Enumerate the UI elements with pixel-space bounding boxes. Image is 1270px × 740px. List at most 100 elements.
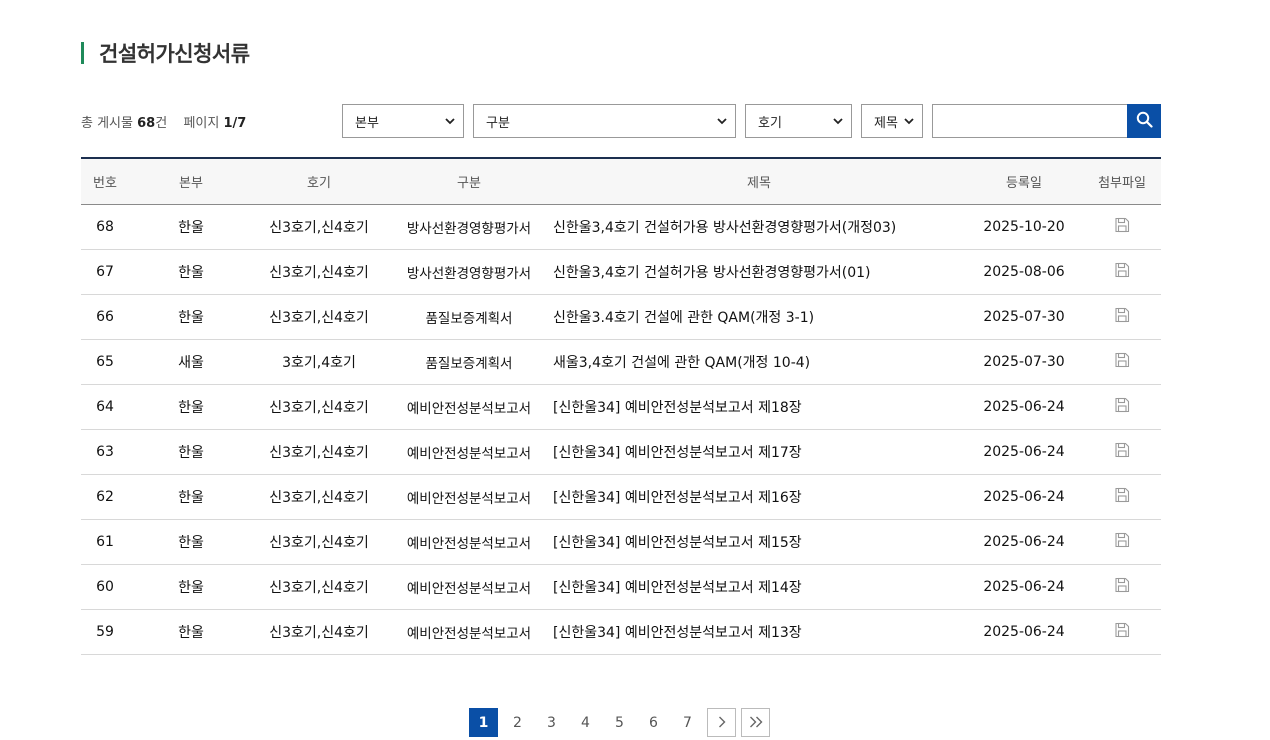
table-row[interactable]: 61 한울 신3호기,신4호기 예비안전성분석보고서 [신한울34] 예비안전성분석보고… xyxy=(81,519,1161,565)
page-link-6[interactable]: 6 xyxy=(639,708,668,737)
search-field-select[interactable]: 제목 xyxy=(861,104,923,138)
cell-no: 65 xyxy=(81,339,129,385)
table-row[interactable]: 62 한울 신3호기,신4호기 예비안전성분석보고서 [신한울34] 예비안전성분석보고… xyxy=(81,474,1161,520)
chevron-down-icon xyxy=(833,115,843,128)
cell-no: 60 xyxy=(81,564,129,610)
save-disk-icon[interactable] xyxy=(1114,397,1130,417)
cell-title: 신한울3,4호기 건설허가용 방사선환경영향평가서(개정03) xyxy=(553,204,965,250)
cell-gubun: 방사선환경영향평가서 xyxy=(385,249,553,295)
table-header-row: 번호 본부 호기 구분 제목 등록일 첨부파일 xyxy=(81,158,1161,205)
total-count: 68 xyxy=(137,116,156,131)
search-field-select-value: 제목 xyxy=(874,115,898,131)
table-row[interactable]: 64 한울 신3호기,신4호기 예비안전성분석보고서 [신한울34] 예비안전성분석보고… xyxy=(81,384,1161,430)
post-title-link[interactable]: 신한울3.4호기 건설에 관한 QAM(개정 3-1) xyxy=(553,310,814,326)
cell-no: 66 xyxy=(81,294,129,340)
cell-no: 61 xyxy=(81,519,129,565)
post-title-link[interactable]: [신한울34] 예비안전성분석보고서 제17장 xyxy=(553,445,802,461)
page-link-4[interactable]: 4 xyxy=(571,708,600,737)
page-link-2[interactable]: 2 xyxy=(503,708,532,737)
cell-file xyxy=(1083,204,1161,250)
chevron-right-icon xyxy=(718,713,726,732)
cell-bonbu: 한울 xyxy=(129,609,253,655)
save-disk-icon[interactable] xyxy=(1114,352,1130,372)
cell-file xyxy=(1083,294,1161,340)
board-table: 번호 본부 호기 구분 제목 등록일 첨부파일 68 한울 신3호기,신4호기 방사선… xyxy=(81,157,1161,655)
post-title-link[interactable]: 신한울3,4호기 건설허가용 방사선환경영향평가서(개정03) xyxy=(553,220,896,236)
cell-hogi: 신3호기,신4호기 xyxy=(253,474,385,520)
cell-no: 63 xyxy=(81,429,129,475)
cell-file xyxy=(1083,519,1161,565)
cell-no: 62 xyxy=(81,474,129,520)
cell-title: 신한울3.4호기 건설에 관한 QAM(개정 3-1) xyxy=(553,294,965,340)
cell-no: 67 xyxy=(81,249,129,295)
cell-file xyxy=(1083,249,1161,295)
post-title-link[interactable]: [신한울34] 예비안전성분석보고서 제16장 xyxy=(553,490,802,506)
cell-title: [신한울34] 예비안전성분석보고서 제18장 xyxy=(553,384,965,430)
cell-bonbu: 한울 xyxy=(129,564,253,610)
save-disk-icon[interactable] xyxy=(1114,217,1130,237)
cell-gubun: 예비안전성분석보고서 xyxy=(385,609,553,655)
cell-hogi: 신3호기,신4호기 xyxy=(253,609,385,655)
post-title-link[interactable]: 새울3,4호기 건설에 관한 QAM(개정 10-4) xyxy=(553,355,810,371)
cell-bonbu: 한울 xyxy=(129,474,253,520)
cell-hogi: 신3호기,신4호기 xyxy=(253,204,385,250)
col-header-bonbu: 본부 xyxy=(129,158,253,205)
cell-hogi: 신3호기,신4호기 xyxy=(253,384,385,430)
cell-date: 2025-07-30 xyxy=(965,339,1083,385)
page-link-1[interactable]: 1 xyxy=(469,708,498,737)
col-header-file: 첨부파일 xyxy=(1083,158,1161,205)
col-header-gubun: 구분 xyxy=(385,158,553,205)
cell-gubun: 예비안전성분석보고서 xyxy=(385,429,553,475)
col-header-hogi: 호기 xyxy=(253,158,385,205)
page-prefix: 페이지 xyxy=(183,116,220,131)
cell-date: 2025-07-30 xyxy=(965,294,1083,340)
table-row[interactable]: 68 한울 신3호기,신4호기 방사선환경영향평가서 신한울3,4호기 건설허가용 방사… xyxy=(81,204,1161,250)
page-link-3[interactable]: 3 xyxy=(537,708,566,737)
cell-title: [신한울34] 예비안전성분석보고서 제16장 xyxy=(553,474,965,520)
cell-title: 새울3,4호기 건설에 관한 QAM(개정 10-4) xyxy=(553,339,965,385)
table-row[interactable]: 63 한울 신3호기,신4호기 예비안전성분석보고서 [신한울34] 예비안전성분석보고… xyxy=(81,429,1161,475)
cell-gubun: 예비안전성분석보고서 xyxy=(385,519,553,565)
save-disk-icon[interactable] xyxy=(1114,577,1130,597)
cell-title: [신한울34] 예비안전성분석보고서 제13장 xyxy=(553,609,965,655)
bonbu-select-value: 본부 xyxy=(355,115,379,131)
cell-hogi: 신3호기,신4호기 xyxy=(253,564,385,610)
post-title-link[interactable]: [신한울34] 예비안전성분석보고서 제18장 xyxy=(553,400,802,416)
cell-date: 2025-06-24 xyxy=(965,519,1083,565)
post-title-link[interactable]: [신한울34] 예비안전성분석보고서 제15장 xyxy=(553,535,802,551)
cell-file xyxy=(1083,429,1161,475)
next-page-button[interactable] xyxy=(707,708,736,737)
post-title-link[interactable]: [신한울34] 예비안전성분석보고서 제14장 xyxy=(553,580,802,596)
last-page-button[interactable] xyxy=(741,708,770,737)
page-link-7[interactable]: 7 xyxy=(673,708,702,737)
save-disk-icon[interactable] xyxy=(1114,262,1130,282)
table-row[interactable]: 60 한울 신3호기,신4호기 예비안전성분석보고서 [신한울34] 예비안전성분석보고… xyxy=(81,564,1161,610)
table-row[interactable]: 59 한울 신3호기,신4호기 예비안전성분석보고서 [신한울34] 예비안전성분석보고… xyxy=(81,609,1161,655)
save-disk-icon[interactable] xyxy=(1114,532,1130,552)
cell-hogi: 3호기,4호기 xyxy=(253,339,385,385)
table-row[interactable]: 66 한울 신3호기,신4호기 품질보증계획서 신한울3.4호기 건설에 관한 QAM(… xyxy=(81,294,1161,340)
chevron-down-icon xyxy=(445,115,455,128)
cell-hogi: 신3호기,신4호기 xyxy=(253,294,385,340)
cell-no: 68 xyxy=(81,204,129,250)
save-disk-icon[interactable] xyxy=(1114,622,1130,642)
save-disk-icon[interactable] xyxy=(1114,307,1130,327)
page-link-5[interactable]: 5 xyxy=(605,708,634,737)
gubun-select[interactable]: 구분 xyxy=(473,104,736,138)
save-disk-icon[interactable] xyxy=(1114,487,1130,507)
search-button[interactable] xyxy=(1127,104,1161,138)
cell-hogi: 신3호기,신4호기 xyxy=(253,519,385,565)
cell-file xyxy=(1083,564,1161,610)
table-row[interactable]: 65 새울 3호기,4호기 품질보증계획서 새울3,4호기 건설에 관한 QAM(개정 … xyxy=(81,339,1161,385)
search-input[interactable] xyxy=(932,104,1128,138)
cell-date: 2025-06-24 xyxy=(965,609,1083,655)
bonbu-select[interactable]: 본부 xyxy=(342,104,464,138)
post-title-link[interactable]: [신한울34] 예비안전성분석보고서 제13장 xyxy=(553,625,802,641)
table-row[interactable]: 67 한울 신3호기,신4호기 방사선환경영향평가서 신한울3,4호기 건설허가용 방사… xyxy=(81,249,1161,295)
hogi-select[interactable]: 호기 xyxy=(745,104,852,138)
cell-file xyxy=(1083,339,1161,385)
post-title-link[interactable]: 신한울3,4호기 건설허가용 방사선환경영향평가서(01) xyxy=(553,265,871,281)
cell-bonbu: 한울 xyxy=(129,384,253,430)
save-disk-icon[interactable] xyxy=(1114,442,1130,462)
page-indicator: 1/7 xyxy=(223,116,247,131)
